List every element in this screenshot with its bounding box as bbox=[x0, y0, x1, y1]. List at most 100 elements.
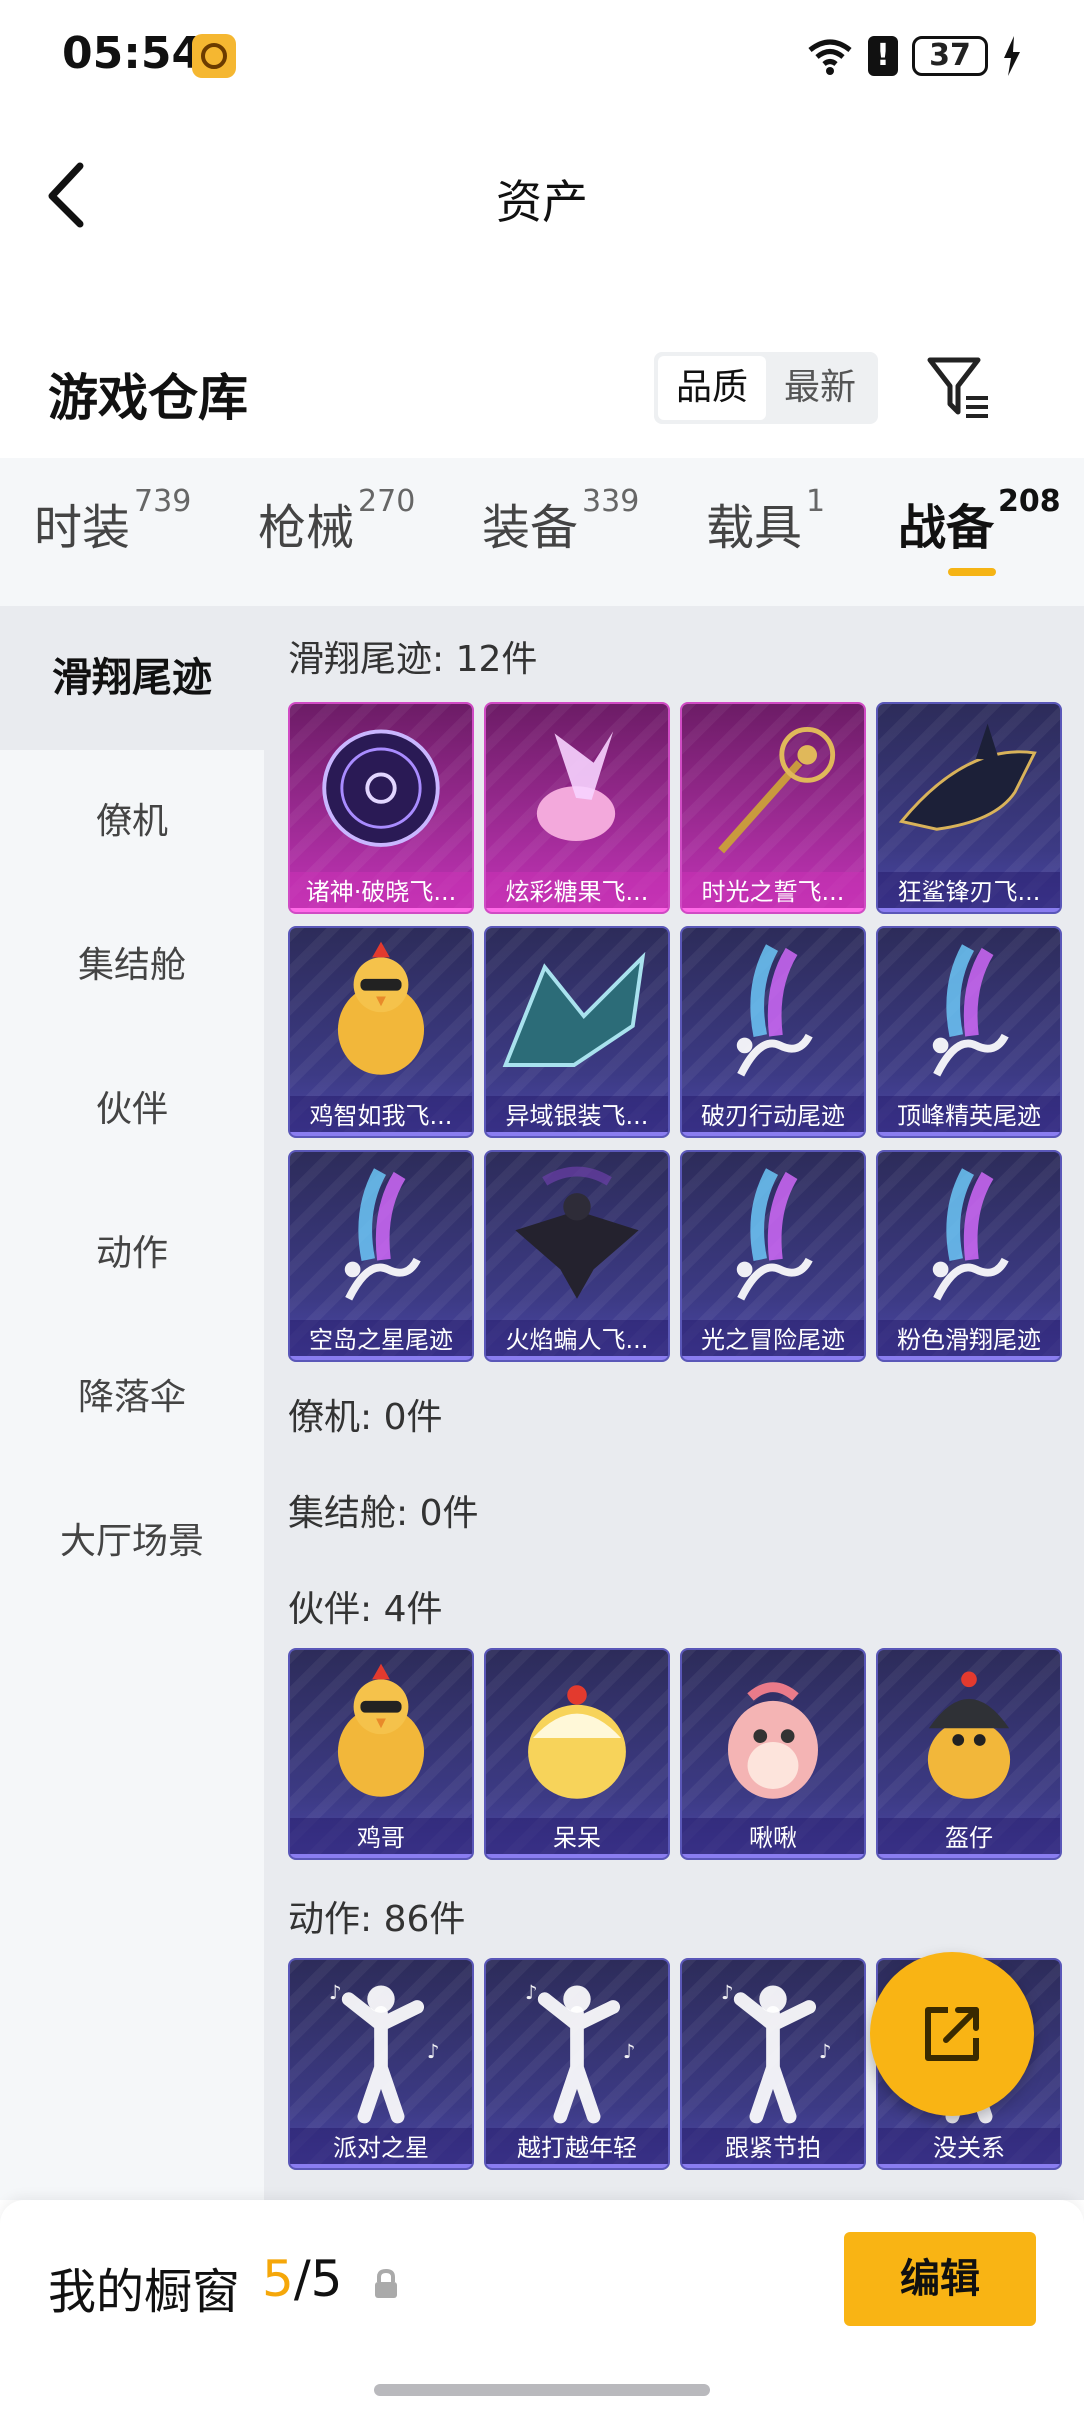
tab-guns[interactable]: 枪械 270 bbox=[258, 484, 415, 568]
rarity-bar bbox=[682, 908, 864, 912]
section-title: 游戏仓库 bbox=[48, 369, 248, 427]
bird-icon bbox=[682, 1650, 864, 1822]
edit-button[interactable]: 编辑 bbox=[844, 2232, 1036, 2326]
rarity-bar bbox=[878, 1356, 1060, 1360]
glide-trail-item-card[interactable]: 时光之誓飞... bbox=[680, 702, 866, 914]
card-name: 时光之誓飞... bbox=[682, 872, 864, 912]
rarity-bar bbox=[290, 2164, 472, 2168]
companion-item-card[interactable]: 啾啾 bbox=[680, 1648, 866, 1860]
glide-trail-item-card[interactable]: 诸神·破晓飞... bbox=[288, 702, 474, 914]
rarity-bar bbox=[878, 908, 1060, 912]
card-name: 光之冒险尾迹 bbox=[682, 1320, 864, 1360]
smoke-trail-icon bbox=[878, 1152, 1060, 1324]
glide-trail-item-card[interactable]: 鸡智如我飞... bbox=[288, 926, 474, 1138]
glide-trail-item-card[interactable]: 粉色滑翔尾迹 bbox=[876, 1150, 1062, 1362]
glide-trail-item-card[interactable]: 空岛之星尾迹 bbox=[288, 1150, 474, 1362]
svg-text:♪: ♪ bbox=[525, 1981, 537, 2004]
glide-trail-item-card[interactable]: 异域银装飞... bbox=[484, 926, 670, 1138]
card-name: 派对之星 bbox=[290, 2128, 472, 2168]
companion-item-card[interactable]: 呆呆 bbox=[484, 1648, 670, 1860]
card-name: 鸡智如我飞... bbox=[290, 1096, 472, 1136]
smoke-trail-icon bbox=[290, 1152, 472, 1324]
share-button[interactable] bbox=[870, 1952, 1034, 2116]
charging-icon bbox=[1004, 36, 1020, 76]
rarity-bar bbox=[682, 1854, 864, 1858]
svg-text:♪: ♪ bbox=[427, 2040, 439, 2063]
smoke-trail-icon bbox=[682, 928, 864, 1100]
rarity-bar bbox=[878, 1854, 1060, 1858]
wing-icon bbox=[486, 928, 668, 1100]
smoke-trail-icon bbox=[878, 928, 1060, 1100]
dancer-icon: ♪♪ bbox=[486, 1960, 668, 2132]
svg-text:♪: ♪ bbox=[329, 1981, 341, 2004]
wingsuit-icon bbox=[486, 1152, 668, 1324]
card-name: 盔仔 bbox=[878, 1818, 1060, 1858]
share-icon bbox=[925, 2007, 979, 2061]
glide-trail-item-card[interactable]: 火焰蝙人飞... bbox=[484, 1150, 670, 1362]
sidebar-item-lobby-scene[interactable]: 大厅场景 bbox=[0, 1470, 264, 1614]
battery-indicator: 37 bbox=[912, 36, 988, 76]
svg-text:♪: ♪ bbox=[819, 2040, 831, 2063]
emote-item-card[interactable]: ♪ ♪ 派对之星 bbox=[288, 1958, 474, 2170]
wifi-icon bbox=[806, 36, 854, 76]
companion-item-card[interactable]: 盔仔 bbox=[876, 1648, 1062, 1860]
emote-item-card[interactable]: ♪ ♪ 跟紧节拍 bbox=[680, 1958, 866, 2170]
helmet-chick-icon bbox=[878, 1650, 1060, 1822]
showcase-bar: 我的橱窗 5/5 编辑 bbox=[0, 2200, 1084, 2412]
rarity-bar bbox=[682, 1356, 864, 1360]
svg-text:♪: ♪ bbox=[721, 1981, 733, 2004]
tab-equipment[interactable]: 装备 339 bbox=[482, 484, 639, 568]
tab-vehicles[interactable]: 载具 1 bbox=[706, 484, 825, 568]
emote-item-card[interactable]: ♪ ♪ 越打越年轻 bbox=[484, 1958, 670, 2170]
lock-icon bbox=[375, 2268, 397, 2298]
rarity-bar bbox=[486, 908, 668, 912]
rarity-bar bbox=[290, 908, 472, 912]
dancer-icon: ♪♪ bbox=[290, 1960, 472, 2132]
glide-trail-item-card[interactable]: 顶峰精英尾迹 bbox=[876, 926, 1062, 1138]
rarity-bar bbox=[682, 1132, 864, 1136]
card-name: 啾啾 bbox=[682, 1818, 864, 1858]
sidebar-item-pod[interactable]: 集结舱 bbox=[0, 894, 264, 1038]
status-time: 05:54 bbox=[62, 28, 203, 79]
card-name: 呆呆 bbox=[486, 1818, 668, 1858]
glide-trail-item-card[interactable]: 炫彩糖果飞... bbox=[484, 702, 670, 914]
sidebar-item-emote[interactable]: 动作 bbox=[0, 1182, 264, 1326]
glide-trail-item-card[interactable]: 光之冒险尾迹 bbox=[680, 1150, 866, 1362]
card-name: 空岛之星尾迹 bbox=[290, 1320, 472, 1360]
sidebar-item-wingman[interactable]: 僚机 bbox=[0, 750, 264, 894]
magic-circle-icon bbox=[290, 704, 472, 876]
rarity-bar bbox=[486, 2164, 668, 2168]
sort-by-newest[interactable]: 最新 bbox=[766, 356, 874, 420]
sidebar-item-companion[interactable]: 伙伴 bbox=[0, 1038, 264, 1182]
top-nav: 资产 bbox=[0, 130, 1084, 260]
subcategory-sidebar: 滑翔尾迹 僚机 集结舱 伙伴 动作 降落伞 大厅场景 bbox=[0, 606, 264, 2200]
companion-item-card[interactable]: 鸡哥 bbox=[288, 1648, 474, 1860]
card-name: 炫彩糖果飞... bbox=[486, 872, 668, 912]
home-indicator bbox=[374, 2384, 710, 2396]
tab-fashion[interactable]: 时装 739 bbox=[34, 484, 191, 568]
chick-icon bbox=[486, 1650, 668, 1822]
status-bar: 05:54 ! 37 bbox=[0, 0, 1084, 110]
sort-toggle: 品质 最新 bbox=[654, 352, 879, 424]
active-tab-indicator bbox=[948, 568, 996, 576]
filter-icon[interactable] bbox=[926, 352, 992, 424]
sidebar-item-parachute[interactable]: 降落伞 bbox=[0, 1326, 264, 1470]
app-notification-icon bbox=[192, 34, 236, 78]
category-tabs: 时装 739 枪械 270 装备 339 载具 1 战备 208 bbox=[0, 458, 1084, 606]
glide-trail-item-card[interactable]: 破刃行动尾迹 bbox=[680, 926, 866, 1138]
chicken-icon bbox=[290, 1650, 472, 1822]
rarity-bar bbox=[682, 2164, 864, 2168]
smoke-trail-icon bbox=[682, 1152, 864, 1324]
rarity-bar bbox=[290, 1132, 472, 1136]
sidebar-item-glide-trail[interactable]: 滑翔尾迹 bbox=[0, 606, 264, 750]
emote-header: 动作: 86件 bbox=[288, 1899, 466, 1940]
rarity-bar bbox=[486, 1854, 668, 1858]
card-name: 跟紧节拍 bbox=[682, 2128, 864, 2168]
tab-battle-gear[interactable]: 战备 208 bbox=[898, 484, 1061, 568]
showcase-count: 5/5 bbox=[262, 2250, 343, 2308]
companion-header: 伙伴: 4件 bbox=[288, 1589, 443, 1630]
warehouse-section: 游戏仓库 品质 最新 bbox=[0, 330, 1084, 450]
showcase-label: 我的橱窗 bbox=[48, 2264, 241, 2320]
glide-trail-item-card[interactable]: 狂鲨锋刃飞... bbox=[876, 702, 1062, 914]
sort-by-quality[interactable]: 品质 bbox=[658, 356, 767, 420]
